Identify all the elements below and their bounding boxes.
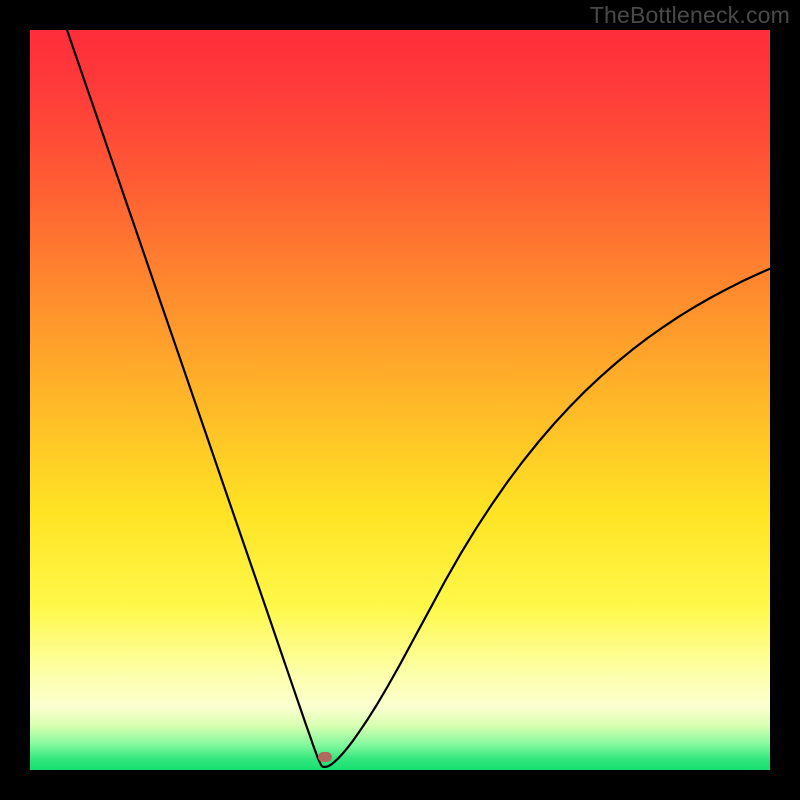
attribution-label: TheBottleneck.com: [590, 2, 790, 29]
minimum-marker-icon: [318, 752, 332, 762]
gradient-background: [30, 30, 770, 770]
plot-area: [30, 30, 770, 770]
plot-svg: [30, 30, 770, 770]
chart-frame: TheBottleneck.com: [0, 0, 800, 800]
